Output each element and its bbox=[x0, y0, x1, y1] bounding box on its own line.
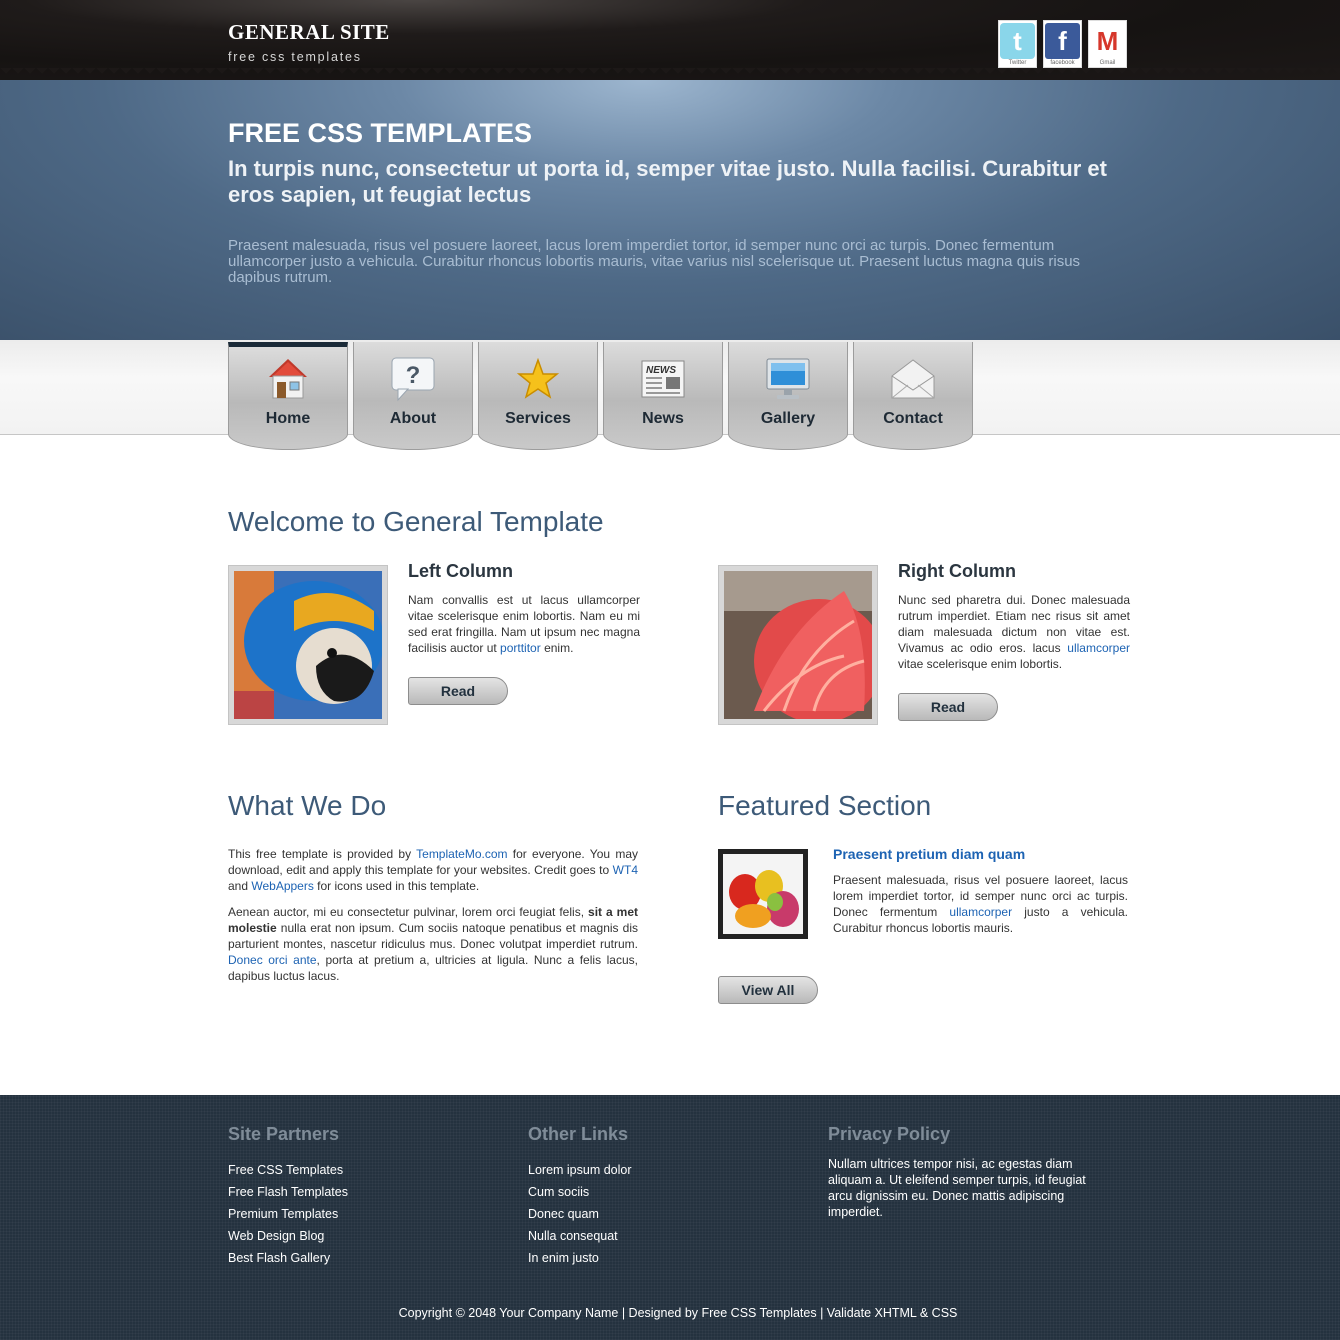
flower-photo bbox=[718, 565, 878, 725]
site-tagline: free css templates bbox=[228, 50, 362, 64]
partner-link[interactable]: Premium Templates bbox=[228, 1203, 348, 1225]
partner-link[interactable]: Best Flash Gallery bbox=[228, 1247, 348, 1269]
what-we-do-paragraph-1: This free template is provided by Templa… bbox=[228, 847, 638, 893]
nav-item-gallery[interactable]: Gallery bbox=[728, 342, 848, 450]
ullamcorper-link[interactable]: ullamcorper bbox=[1067, 641, 1130, 655]
webappers-link[interactable]: WebAppers bbox=[251, 879, 313, 893]
hero-banner bbox=[0, 80, 1340, 340]
nav-label-contact: Contact bbox=[883, 410, 943, 427]
right-read-button[interactable]: Read bbox=[898, 693, 998, 721]
partner-link[interactable]: Free Flash Templates bbox=[228, 1181, 348, 1203]
site-partners-heading: Site Partners bbox=[228, 1124, 340, 1144]
banner-title: FREE CSS TEMPLATES bbox=[228, 118, 533, 148]
site-partners-list: Free CSS Templates Free Flash Templates … bbox=[228, 1159, 348, 1269]
svg-text:NEWS: NEWS bbox=[646, 365, 676, 376]
right-column-text: Nunc sed pharetra dui. Donec malesuada r… bbox=[898, 593, 1130, 671]
privacy-policy-heading: Privacy Policy bbox=[828, 1124, 951, 1144]
home-icon bbox=[265, 356, 311, 402]
nav-label-news: News bbox=[642, 410, 684, 427]
star-icon bbox=[515, 356, 561, 402]
nav-item-news[interactable]: NEWS News bbox=[603, 342, 723, 450]
left-read-button[interactable]: Read bbox=[408, 677, 508, 705]
monitor-icon bbox=[765, 356, 811, 402]
donec-orci-ante-link[interactable]: Donec orci ante bbox=[228, 953, 317, 967]
other-link[interactable]: Cum sociis bbox=[528, 1181, 632, 1203]
privacy-policy-text: Nullam ultrices tempor nisi, ac egestas … bbox=[828, 1157, 1086, 1219]
partner-link[interactable]: Web Design Blog bbox=[228, 1225, 348, 1247]
facebook-link[interactable]: f facebook bbox=[1043, 20, 1082, 68]
twitter-icon: t bbox=[1000, 23, 1035, 59]
featured-title[interactable]: Praesent pretium diam quam bbox=[833, 846, 1025, 862]
nav-label-services: Services bbox=[505, 410, 571, 427]
newspaper-icon: NEWS bbox=[640, 356, 686, 402]
other-link[interactable]: Donec quam bbox=[528, 1203, 632, 1225]
gmail-link[interactable]: M Gmail bbox=[1088, 20, 1127, 68]
featured-heading: Featured Section bbox=[718, 790, 932, 821]
other-links-heading: Other Links bbox=[528, 1124, 629, 1144]
nav-item-contact[interactable]: Contact bbox=[853, 342, 973, 450]
nav-label-home: Home bbox=[265, 410, 311, 427]
question-bubble-icon: ? bbox=[390, 356, 436, 402]
twitter-caption: Twitter bbox=[1008, 60, 1027, 66]
left-column-text: Nam convallis est ut lacus ullamcorper v… bbox=[408, 593, 640, 655]
parrot-photo bbox=[228, 565, 388, 725]
wt4-link[interactable]: WT4 bbox=[613, 863, 638, 877]
footer bbox=[0, 1095, 1340, 1340]
facebook-icon: f bbox=[1045, 23, 1080, 59]
featured-ullamcorper-link[interactable]: ullamcorper bbox=[949, 905, 1012, 919]
welcome-heading: Welcome to General Template bbox=[228, 506, 604, 537]
top-bar-zigzag-edge bbox=[0, 68, 1340, 80]
banner-text: Praesent malesuada, risus vel posuere la… bbox=[228, 237, 1081, 286]
porttitor-link[interactable]: porttitor bbox=[500, 641, 541, 655]
nav-label-gallery: Gallery bbox=[760, 410, 816, 427]
other-link[interactable]: In enim justo bbox=[528, 1247, 632, 1269]
site-title[interactable]: GENERAL SITE bbox=[228, 20, 390, 45]
twitter-link[interactable]: t Twitter bbox=[998, 20, 1037, 68]
fruit-photo bbox=[718, 849, 808, 939]
templatemo-link[interactable]: TemplateMo.com bbox=[416, 847, 507, 861]
nav-label-about: About bbox=[389, 410, 437, 427]
facebook-caption: facebook bbox=[1050, 60, 1075, 66]
what-we-do-paragraph-2: Aenean auctor, mi eu consectetur pulvina… bbox=[228, 905, 638, 983]
view-all-button[interactable]: View All bbox=[718, 976, 818, 1004]
nav-item-about[interactable]: ? About bbox=[353, 342, 473, 450]
partner-link[interactable]: Free CSS Templates bbox=[228, 1159, 348, 1181]
copyright-text: Copyright © 2048 Your Company Name | Des… bbox=[398, 1306, 958, 1320]
gmail-caption: Gmail bbox=[1099, 60, 1116, 66]
envelope-icon bbox=[890, 356, 936, 402]
banner-subtitle: In turpis nunc, consectetur ut porta id,… bbox=[228, 156, 1107, 207]
nav-item-services[interactable]: Services bbox=[478, 342, 598, 450]
right-column-title: Right Column bbox=[898, 561, 1016, 581]
gmail-icon: M bbox=[1090, 23, 1125, 59]
svg-text:?: ? bbox=[406, 362, 421, 389]
nav-item-home[interactable]: Home bbox=[228, 342, 348, 450]
other-link[interactable]: Nulla consequat bbox=[528, 1225, 632, 1247]
what-we-do-heading: What We Do bbox=[228, 790, 387, 821]
other-link[interactable]: Lorem ipsum dolor bbox=[528, 1159, 632, 1181]
featured-text: Praesent malesuada, risus vel posuere la… bbox=[833, 873, 1128, 935]
other-links-list: Lorem ipsum dolor Cum sociis Donec quam … bbox=[528, 1159, 632, 1269]
left-column-title: Left Column bbox=[408, 561, 513, 581]
